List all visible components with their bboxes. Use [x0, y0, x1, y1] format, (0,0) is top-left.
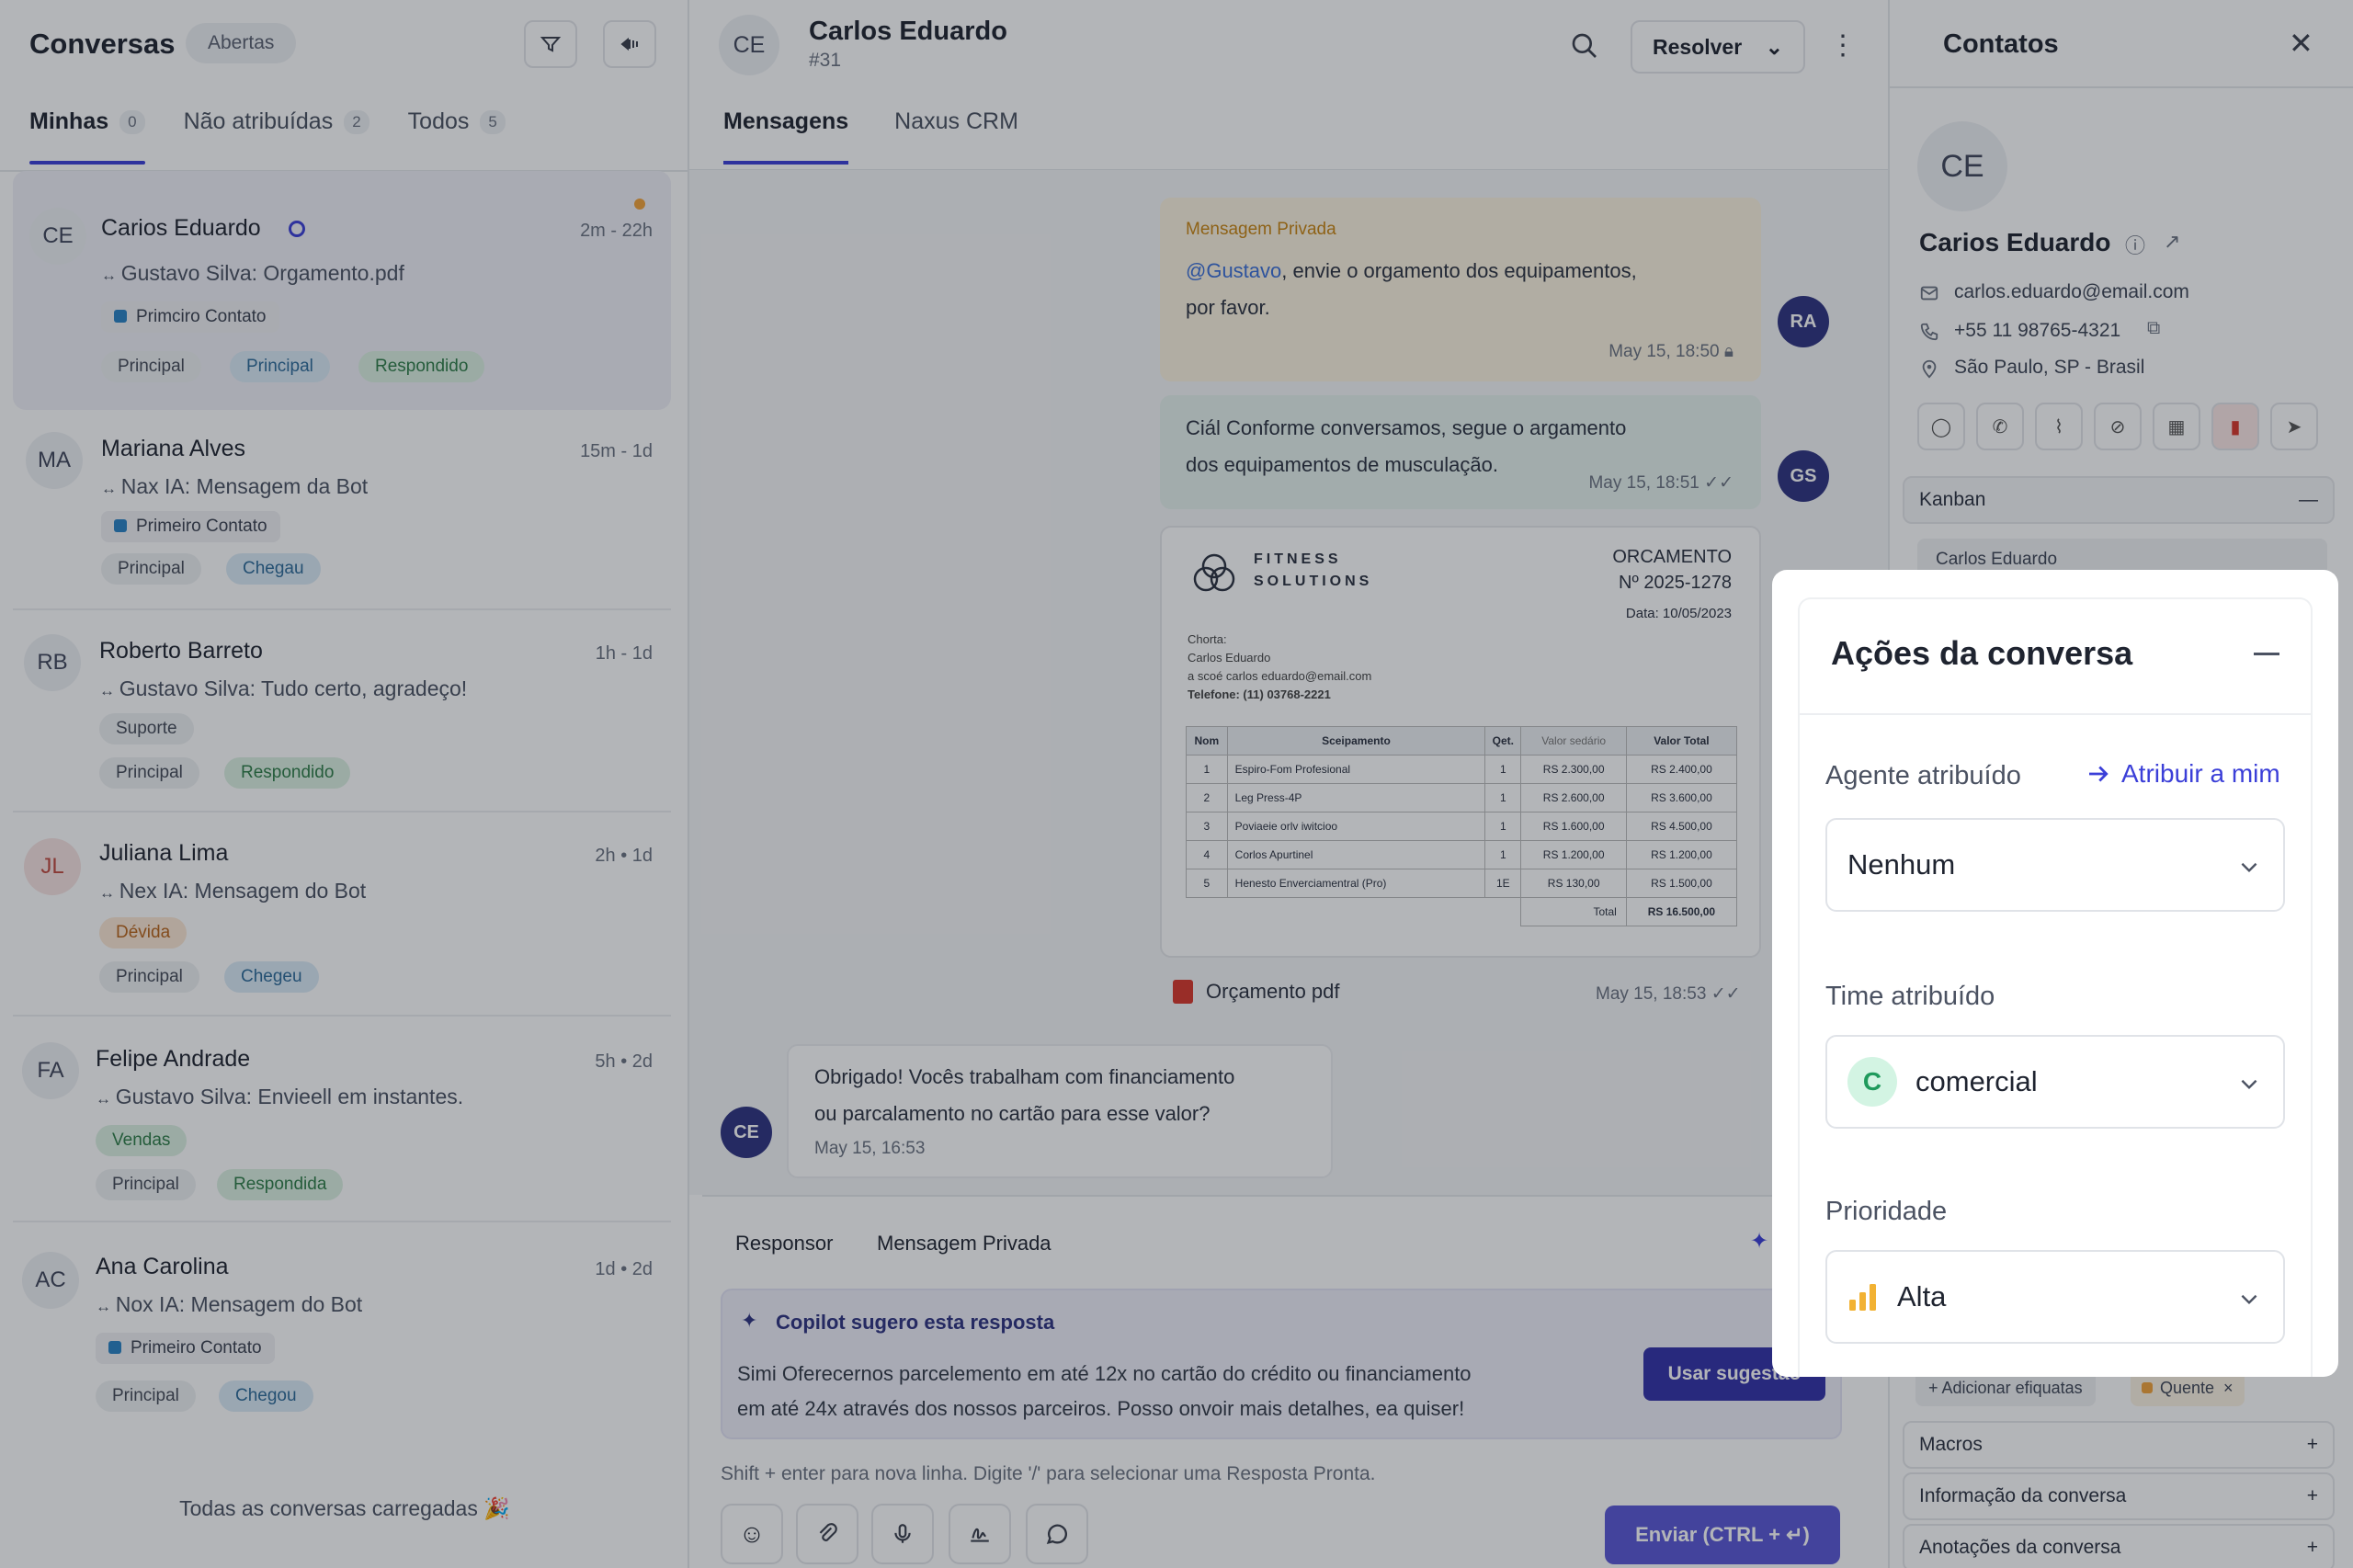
team-value: comercial	[1915, 1065, 2038, 1097]
team-select[interactable]: C comercial	[1825, 1035, 2285, 1129]
chevron-down-icon	[2241, 1079, 2257, 1090]
agent-select[interactable]: Nenhum	[1825, 818, 2285, 912]
divider	[1800, 713, 2311, 715]
agent-label: Agente atribuído	[1825, 761, 2021, 790]
minimize-icon[interactable]	[2254, 653, 2279, 655]
assign-to-me-label: Atribuir a mim	[2121, 759, 2280, 788]
priority-label: Prioridade	[1825, 1197, 1948, 1226]
chevron-down-icon	[2241, 1294, 2257, 1305]
modal-title: Ações da conversa	[1831, 634, 2133, 672]
team-avatar: C	[1847, 1057, 1897, 1107]
chevron-down-icon	[2241, 862, 2257, 873]
agent-value: Nenhum	[1847, 848, 1956, 881]
priority-select[interactable]: Alta	[1825, 1250, 2285, 1344]
priority-value: Alta	[1897, 1280, 1947, 1312]
team-label: Time atribuído	[1825, 982, 1995, 1011]
priority-bars-icon	[1849, 1284, 1876, 1311]
assign-to-me-link[interactable]: Atribuir a mim	[2085, 759, 2280, 789]
arrow-right-icon	[2089, 766, 2109, 782]
